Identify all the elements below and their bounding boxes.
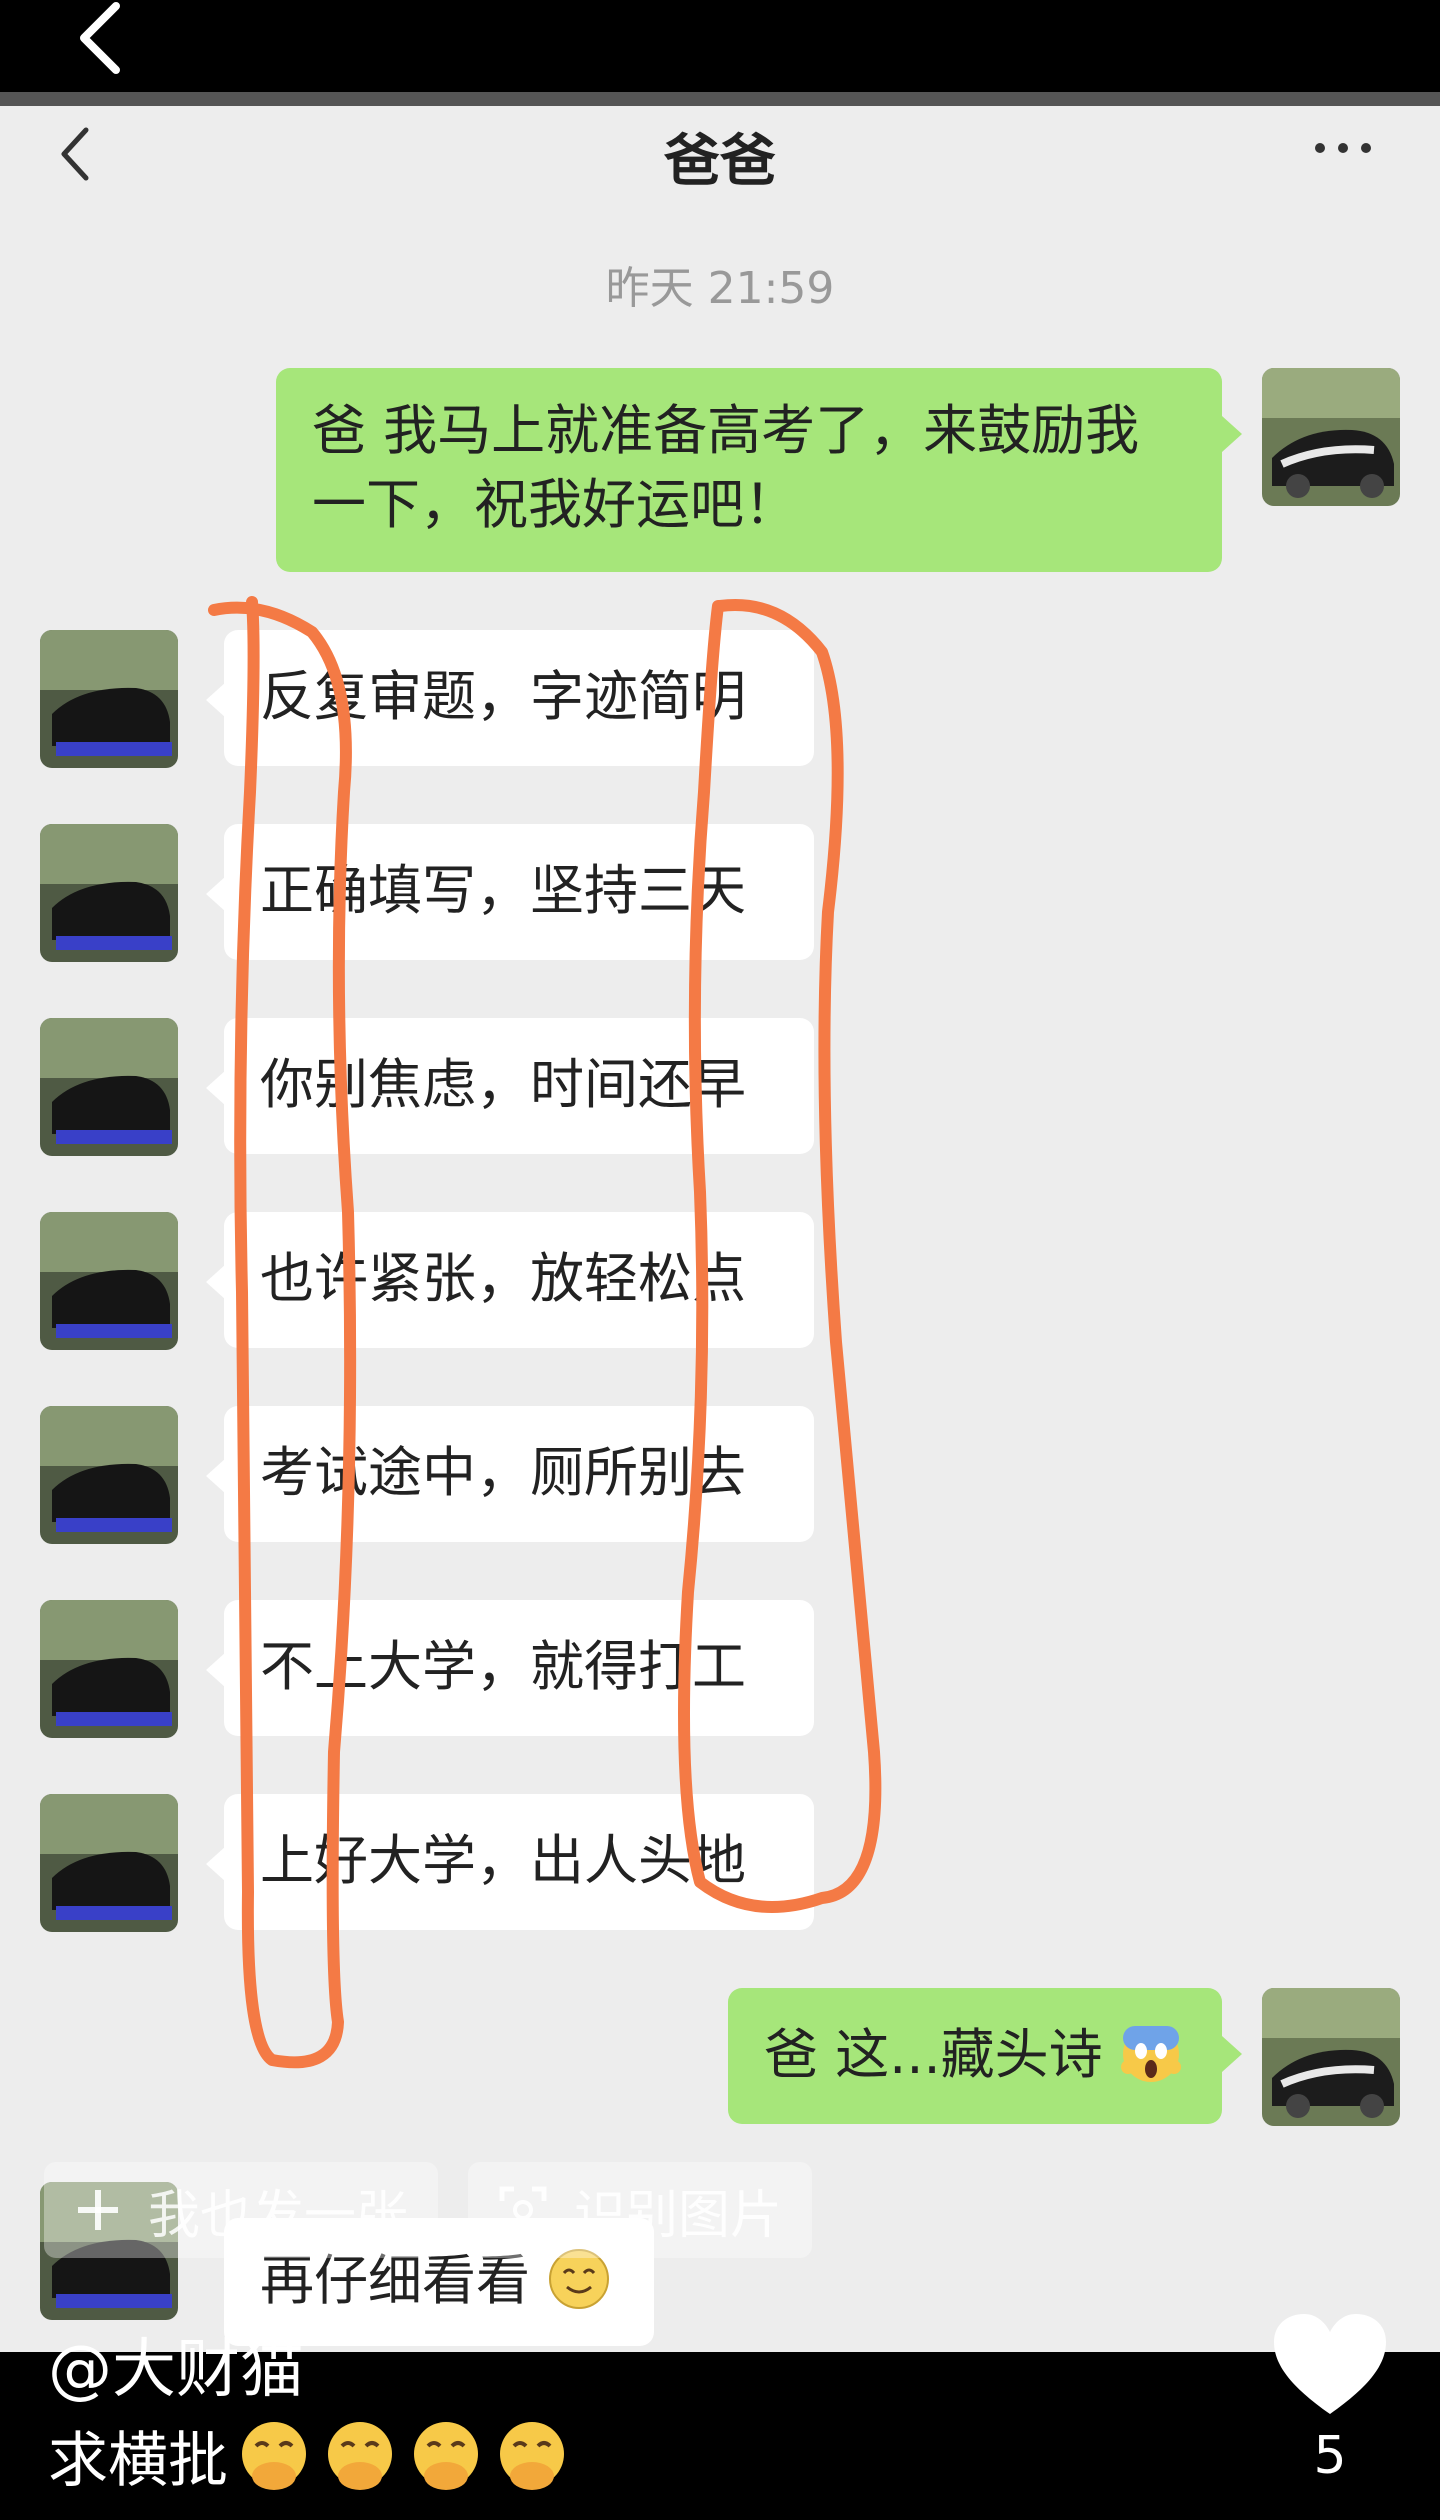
back-arrow-icon[interactable] [70, 0, 130, 80]
post-caption: 求横批 [48, 2412, 572, 2499]
hand-over-mouth-emoji-icon [328, 2421, 392, 2490]
caption-text: 求横批 [48, 2426, 228, 2496]
like-count: 5 [1313, 2426, 1347, 2486]
recognize-image-label: 识别图片 [574, 2185, 783, 2246]
hand-over-mouth-emoji-icon [242, 2421, 306, 2490]
heart-icon[interactable] [1270, 2310, 1390, 2420]
post-same-button[interactable]: 我也发一张 [44, 2162, 439, 2258]
chat-screenshot[interactable]: 爸爸 昨天 21:59 爸 我马上就准备高考了，来鼓励我 一下，祝我好运吧！ 反… [0, 92, 1440, 2352]
scan-icon [499, 2186, 547, 2234]
hand-over-mouth-emoji-icon [414, 2421, 478, 2490]
hand-over-mouth-emoji-icon [500, 2421, 564, 2490]
plus-icon [78, 2190, 118, 2230]
recognize-image-button[interactable]: 识别图片 [468, 2162, 813, 2258]
orange-loop-annotation [208, 596, 882, 2069]
image-overlay-actions: 我也发一张 识别图片 [44, 2162, 813, 2262]
post-same-label: 我也发一张 [148, 2185, 409, 2246]
post-author[interactable]: @大财猫 [48, 2318, 304, 2410]
video-top-bar [0, 0, 1440, 92]
